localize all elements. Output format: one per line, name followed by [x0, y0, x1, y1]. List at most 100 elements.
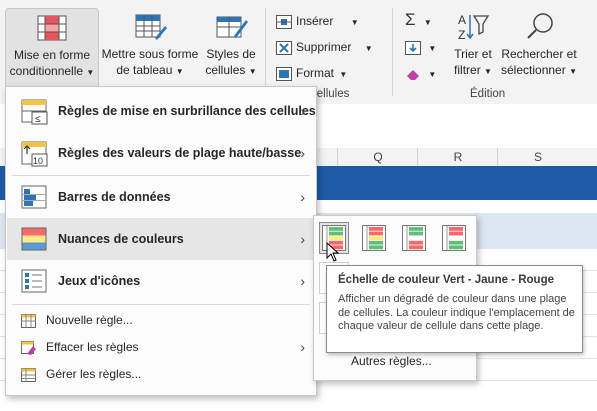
green-white-red-scale-swatch[interactable] — [399, 222, 429, 254]
menu-label: Règles de mise en surbrillance des cellu… — [58, 104, 316, 118]
insert-label: Insérer — [296, 14, 334, 28]
menu-item-color-scales[interactable]: Nuances de couleurs › — [7, 218, 315, 260]
color-scale-band — [329, 236, 343, 240]
color-scale-band — [449, 245, 463, 250]
find-select-label-2: sélectionner ▼ — [501, 63, 577, 77]
sort-filter-label-1: Trier et — [454, 47, 492, 61]
sort-filter-label-2: filtrer ▼ — [454, 63, 492, 77]
clear-rules-icon — [21, 341, 36, 355]
chevron-down-icon: ▼ — [175, 67, 184, 76]
editing-group-label: Édition — [470, 88, 506, 100]
color-scale-band — [329, 227, 343, 231]
tooltip-body: Afficher un dégradé de couleur dans une … — [338, 293, 575, 332]
cell-styles-label-1: Styles de — [206, 47, 256, 61]
chevron-down-icon: ▼ — [248, 67, 257, 76]
conditional-formatting-icon — [37, 15, 67, 41]
tooltip: Échelle de couleur Vert - Jaune - Rouge … — [326, 265, 583, 353]
mouse-cursor-icon — [326, 242, 340, 262]
menu-label: Nuances de couleurs — [58, 232, 184, 246]
chevron-down-icon: ▼ — [428, 70, 437, 79]
red-white-green-scale-swatch[interactable] — [439, 222, 469, 254]
new-rule-icon — [21, 314, 36, 328]
chevron-right-icon: › — [300, 145, 305, 161]
red-yellow-green-scale-swatch[interactable] — [359, 222, 389, 254]
menu-label: Barres de données — [58, 190, 171, 204]
conditional-formatting-label-2: conditionnelle ▼ — [9, 64, 95, 78]
svg-text:Z: Z — [458, 28, 465, 42]
color-scale-band — [449, 231, 463, 236]
autosum-button[interactable]: Σ ▼ — [405, 10, 432, 30]
sort-filter-button[interactable]: A Z Trier et filtrer ▼ — [448, 8, 498, 86]
search-icon — [527, 13, 553, 39]
conditional-formatting-button[interactable]: Mise en forme conditionnelle ▼ — [5, 8, 99, 88]
data-bars-icon — [21, 185, 47, 209]
insert-cells-icon — [276, 14, 292, 29]
highlight-rules-icon: ≤ — [21, 99, 48, 125]
menu-item-data-bars[interactable]: Barres de données › — [7, 176, 315, 218]
chevron-down-icon: ▼ — [428, 44, 437, 53]
format-as-table-label-2: de tableau ▼ — [116, 63, 184, 77]
column-header-r[interactable]: R — [417, 148, 498, 166]
format-as-table-button[interactable]: Mettre sous forme de tableau ▼ — [100, 8, 200, 86]
chevron-down-icon: ▼ — [364, 44, 373, 53]
delete-cells-icon — [276, 40, 292, 55]
format-label: Format — [296, 66, 335, 80]
color-scale-band — [329, 231, 343, 236]
clear-button[interactable]: ▼ — [405, 63, 436, 83]
format-as-table-label-1: Mettre sous forme — [101, 47, 199, 61]
menu-label: Règles des valeurs de plage haute/basse — [58, 146, 302, 160]
fill-down-icon — [405, 40, 421, 55]
conditional-formatting-menu: ≤ Règles de mise en surbrillance des cel… — [5, 86, 317, 396]
color-scale-band — [449, 236, 463, 240]
fill-button[interactable]: ▼ — [405, 37, 436, 57]
format-button[interactable]: Format ▼ — [276, 63, 347, 83]
color-scale-icon — [362, 225, 386, 251]
format-cells-icon — [276, 66, 292, 81]
color-scale-band — [409, 245, 423, 250]
delete-label: Supprimer — [296, 40, 352, 54]
column-header-q[interactable]: Q — [337, 148, 418, 166]
insert-button[interactable]: Insérer ▼ — [276, 11, 359, 31]
cell-styles-label-2: cellules ▼ — [205, 63, 257, 77]
svg-text:10: 10 — [33, 156, 43, 166]
more-rules-link[interactable]: Autres règles... — [351, 354, 432, 368]
menu-item-highlight-rules[interactable]: ≤ Règles de mise en surbrillance des cel… — [7, 90, 316, 132]
menu-item-new-rule[interactable]: Nouvelle règle... — [7, 306, 315, 334]
svg-text:A: A — [458, 13, 466, 27]
color-scale-band — [409, 240, 423, 245]
color-scale-band — [449, 227, 463, 231]
chevron-down-icon: ▼ — [339, 70, 348, 79]
chevron-down-icon: ▼ — [86, 68, 95, 77]
color-scale-band — [369, 227, 383, 231]
ribbon-separator — [265, 8, 266, 96]
format-as-table-icon — [135, 14, 167, 40]
menu-item-icon-sets[interactable]: Jeux d'icônes › — [7, 260, 315, 302]
chevron-down-icon: ▼ — [569, 67, 577, 76]
color-scale-band — [409, 236, 423, 240]
column-header-s[interactable]: S — [497, 148, 578, 166]
find-select-label-1: Rechercher et — [501, 47, 577, 61]
menu-label: Effacer les règles — [46, 340, 139, 354]
sort-filter-icon: A Z — [458, 13, 489, 42]
ribbon-separator — [392, 8, 393, 96]
top-bottom-rules-icon: 10 — [21, 141, 48, 167]
color-scale-band — [449, 240, 463, 245]
menu-item-clear-rules[interactable]: Effacer les règles › — [7, 333, 315, 361]
delete-button[interactable]: Supprimer ▼ — [276, 37, 373, 57]
conditional-formatting-label-1: Mise en forme — [13, 48, 91, 62]
chevron-down-icon: ▼ — [350, 18, 359, 27]
color-scales-icon — [21, 227, 47, 251]
color-scale-band — [409, 231, 423, 236]
color-scale-band — [369, 236, 383, 240]
color-scale-icon — [442, 225, 466, 251]
chevron-down-icon: ▼ — [484, 67, 492, 76]
menu-label: Jeux d'icônes — [58, 274, 141, 288]
menu-item-manage-rules[interactable]: Gérer les règles... — [7, 360, 315, 388]
find-select-button[interactable]: Rechercher et sélectionner ▼ — [500, 8, 578, 86]
color-scale-band — [409, 227, 423, 231]
cell-styles-button[interactable]: Styles de cellules ▼ — [202, 8, 260, 86]
menu-item-top-bottom-rules[interactable]: 10 Règles des valeurs de plage haute/bas… — [7, 132, 315, 174]
chevron-right-icon: › — [300, 339, 305, 355]
icon-sets-icon — [21, 269, 47, 293]
tooltip-title: Échelle de couleur Vert - Jaune - Rouge — [338, 274, 555, 286]
